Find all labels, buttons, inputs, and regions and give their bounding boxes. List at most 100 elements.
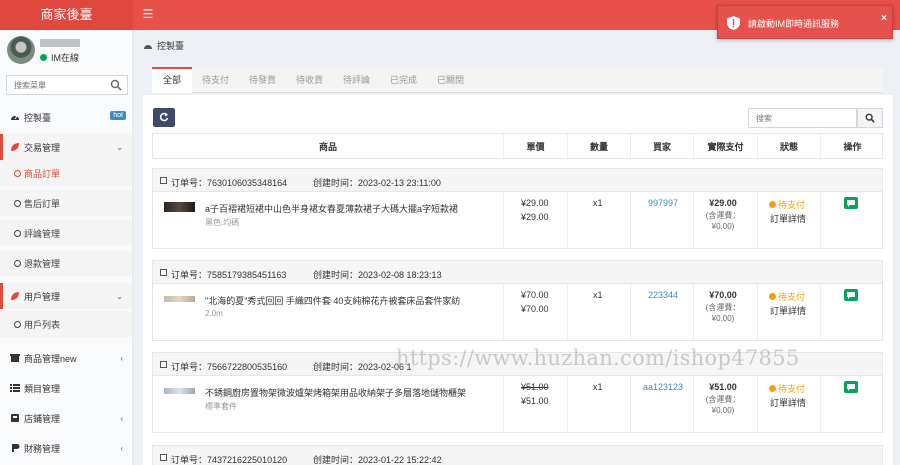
search-button[interactable] — [857, 108, 883, 128]
user-name — [40, 39, 80, 47]
shield-alert-icon — [727, 16, 740, 30]
sidebar-item-label: 類目管理 — [24, 383, 61, 394]
avatar[interactable] — [7, 36, 35, 64]
chevron-left-icon: ‹ — [120, 414, 123, 423]
sidebar-item-finance[interactable]: 財務管理 ‹ — [0, 435, 132, 461]
order-search — [748, 108, 857, 128]
circle-icon — [14, 259, 21, 267]
order-checkbox[interactable] — [160, 454, 167, 461]
order-detail-link[interactable]: 訂單詳情 — [770, 396, 806, 409]
search-icon[interactable] — [110, 79, 122, 91]
sidebar-item-shops[interactable]: 店鋪管理 ‹ — [0, 405, 132, 431]
online-dot-icon — [40, 54, 47, 61]
product-name[interactable]: 不銹鋼廚房置物架微波爐架烤箱架用品收納架子多層落地儲物櫃架 — [205, 386, 466, 399]
header-quantity: 數量 — [567, 134, 630, 160]
shipping-note: (含運費： ¥0.00) — [705, 303, 741, 323]
circle-icon — [14, 320, 21, 328]
product-thumbnail[interactable] — [164, 296, 195, 302]
product-spec: 黑色,均碼 — [205, 218, 240, 227]
product-name[interactable]: a子百褶裙短裙中山色半身裙女春夏薄款裙子大碼大擺a字短款裙 — [205, 202, 458, 215]
tab-all[interactable]: 全部 — [152, 67, 192, 93]
sidebar-item-label: 商品訂單 — [24, 168, 61, 179]
buyer-link[interactable]: 223344 — [623, 290, 703, 300]
header-product: 商品 — [318, 142, 337, 152]
breadcrumb: 控製臺 — [143, 39, 184, 52]
tab-completed[interactable]: 已完成 — [380, 67, 427, 93]
tab-pending-payment[interactable]: 待支付 — [192, 67, 239, 93]
product-thumbnail[interactable] — [164, 202, 195, 212]
table-row: "北海的夏"秀式回回 手織四件套 40支純棉花卉被套床品套件家紡 2.0m ¥7… — [152, 284, 883, 341]
tab-closed[interactable]: 已關閉 — [427, 67, 474, 93]
menu-toggle-icon[interactable]: ☰ — [140, 6, 156, 22]
sidebar-item-categories[interactable]: 類目管理 — [0, 375, 132, 401]
close-icon[interactable]: × — [881, 13, 887, 24]
sidebar-item-reviews[interactable]: 評論管理 — [0, 220, 132, 246]
shipping-note: (含運費： ¥0.00) — [705, 395, 741, 415]
sidebar-item-label: 評論管理 — [24, 228, 61, 239]
buyer-link[interactable]: 997997 — [623, 198, 703, 208]
sidebar-item-product-orders[interactable]: 商品訂單 — [0, 160, 132, 186]
sidebar-item-products[interactable]: 商品管理new ‹ — [0, 345, 132, 371]
original-price: ¥51.00 — [521, 382, 549, 392]
order-number: 订单号：7585179385451163 — [171, 270, 287, 280]
circle-icon — [14, 229, 21, 237]
sidebar-item-dashboard[interactable]: 控製臺 hot — [0, 104, 132, 130]
order-checkbox[interactable] — [160, 269, 167, 276]
order-checkbox[interactable] — [160, 177, 167, 184]
product-thumbnail[interactable] — [164, 388, 195, 394]
order-detail-link[interactable]: 訂單詳情 — [770, 212, 806, 225]
sidebar-search — [6, 75, 128, 95]
user-status: IM在線 — [40, 51, 79, 64]
paid-amount: ¥51.00 — [709, 382, 737, 392]
order-number: 订单号：7566722800535160 — [171, 362, 288, 372]
header-actions: 操作 — [820, 134, 884, 160]
quantity: x1 — [593, 382, 603, 392]
order-header: 订单号：7566722800535160 创建时间：2023-02-06 1 — [152, 352, 883, 376]
paid-amount: ¥70.00 — [709, 290, 737, 300]
buyer-link[interactable]: aa123123 — [623, 382, 703, 392]
message-button[interactable] — [844, 197, 858, 209]
money-icon — [12, 444, 20, 452]
sidebar-item-refunds[interactable]: 退款管理 — [0, 250, 132, 276]
leaf-icon — [11, 143, 19, 151]
order-detail-link[interactable]: 訂單詳情 — [770, 304, 806, 317]
sidebar-search-input[interactable] — [7, 76, 107, 94]
order-search-input[interactable] — [749, 109, 856, 127]
sidebar-item-label: 商品管理new — [24, 353, 77, 364]
breadcrumb-label[interactable]: 控製臺 — [157, 39, 184, 52]
list-icon — [10, 384, 20, 392]
sidebar-item-aftersale-orders[interactable]: 售后訂單 — [0, 190, 132, 216]
sidebar-item-users[interactable]: 用戶管理 ⌄ — [0, 283, 132, 309]
table-row: a子百褶裙短裙中山色半身裙女春夏薄款裙子大碼大擺a字短款裙 黑色,均碼 ¥29.… — [152, 192, 883, 249]
product-name[interactable]: "北海的夏"秀式回回 手織四件套 40支純棉花卉被套床品套件家紡 — [205, 294, 460, 307]
tab-pending-review[interactable]: 待評論 — [333, 67, 380, 93]
table-header: 商品 單價 數量 買家 實際支付 狀態 操作 — [152, 133, 884, 160]
message-button[interactable] — [844, 381, 858, 393]
paid-amount: ¥29.00 — [709, 198, 737, 208]
sidebar-item-user-list[interactable]: 用戶列表 — [0, 311, 132, 337]
chat-icon — [847, 200, 855, 207]
chevron-down-icon: ⌄ — [116, 143, 123, 152]
sidebar-item-label: 店鋪管理 — [24, 413, 61, 424]
store-icon — [10, 354, 20, 362]
status-badge: 待支付 — [769, 290, 805, 303]
refresh-button[interactable] — [153, 108, 175, 127]
leaf-icon — [11, 292, 19, 300]
circle-icon — [14, 199, 21, 207]
order-created-time: 创建时间：2023-02-08 18:23:13 — [313, 270, 442, 280]
tab-pending-shipment[interactable]: 待發貨 — [239, 67, 286, 93]
order-number: 订单号：7630106035348164 — [171, 178, 288, 188]
order-created-time: 创建时间：2023-02-13 23:11:00 — [313, 178, 441, 188]
tab-pending-receipt[interactable]: 待收貨 — [286, 67, 333, 93]
header-status: 狀態 — [757, 134, 820, 160]
quantity: x1 — [593, 198, 603, 208]
sidebar-item-label: 交易管理 — [24, 142, 61, 153]
order-number: 订单号：7437216225010120 — [171, 455, 288, 465]
quantity: x1 — [593, 290, 603, 300]
message-button[interactable] — [844, 289, 858, 301]
sidebar-item-trade[interactable]: 交易管理 ⌄ — [0, 134, 132, 160]
brand-logo[interactable]: 商家後臺 — [0, 0, 133, 30]
search-icon — [865, 113, 875, 123]
order-checkbox[interactable] — [160, 361, 167, 368]
sidebar: IM在線 控製臺 hot 交易管理 ⌄ 商品訂單 售后訂單 評論管理 退款管理 … — [0, 30, 133, 465]
